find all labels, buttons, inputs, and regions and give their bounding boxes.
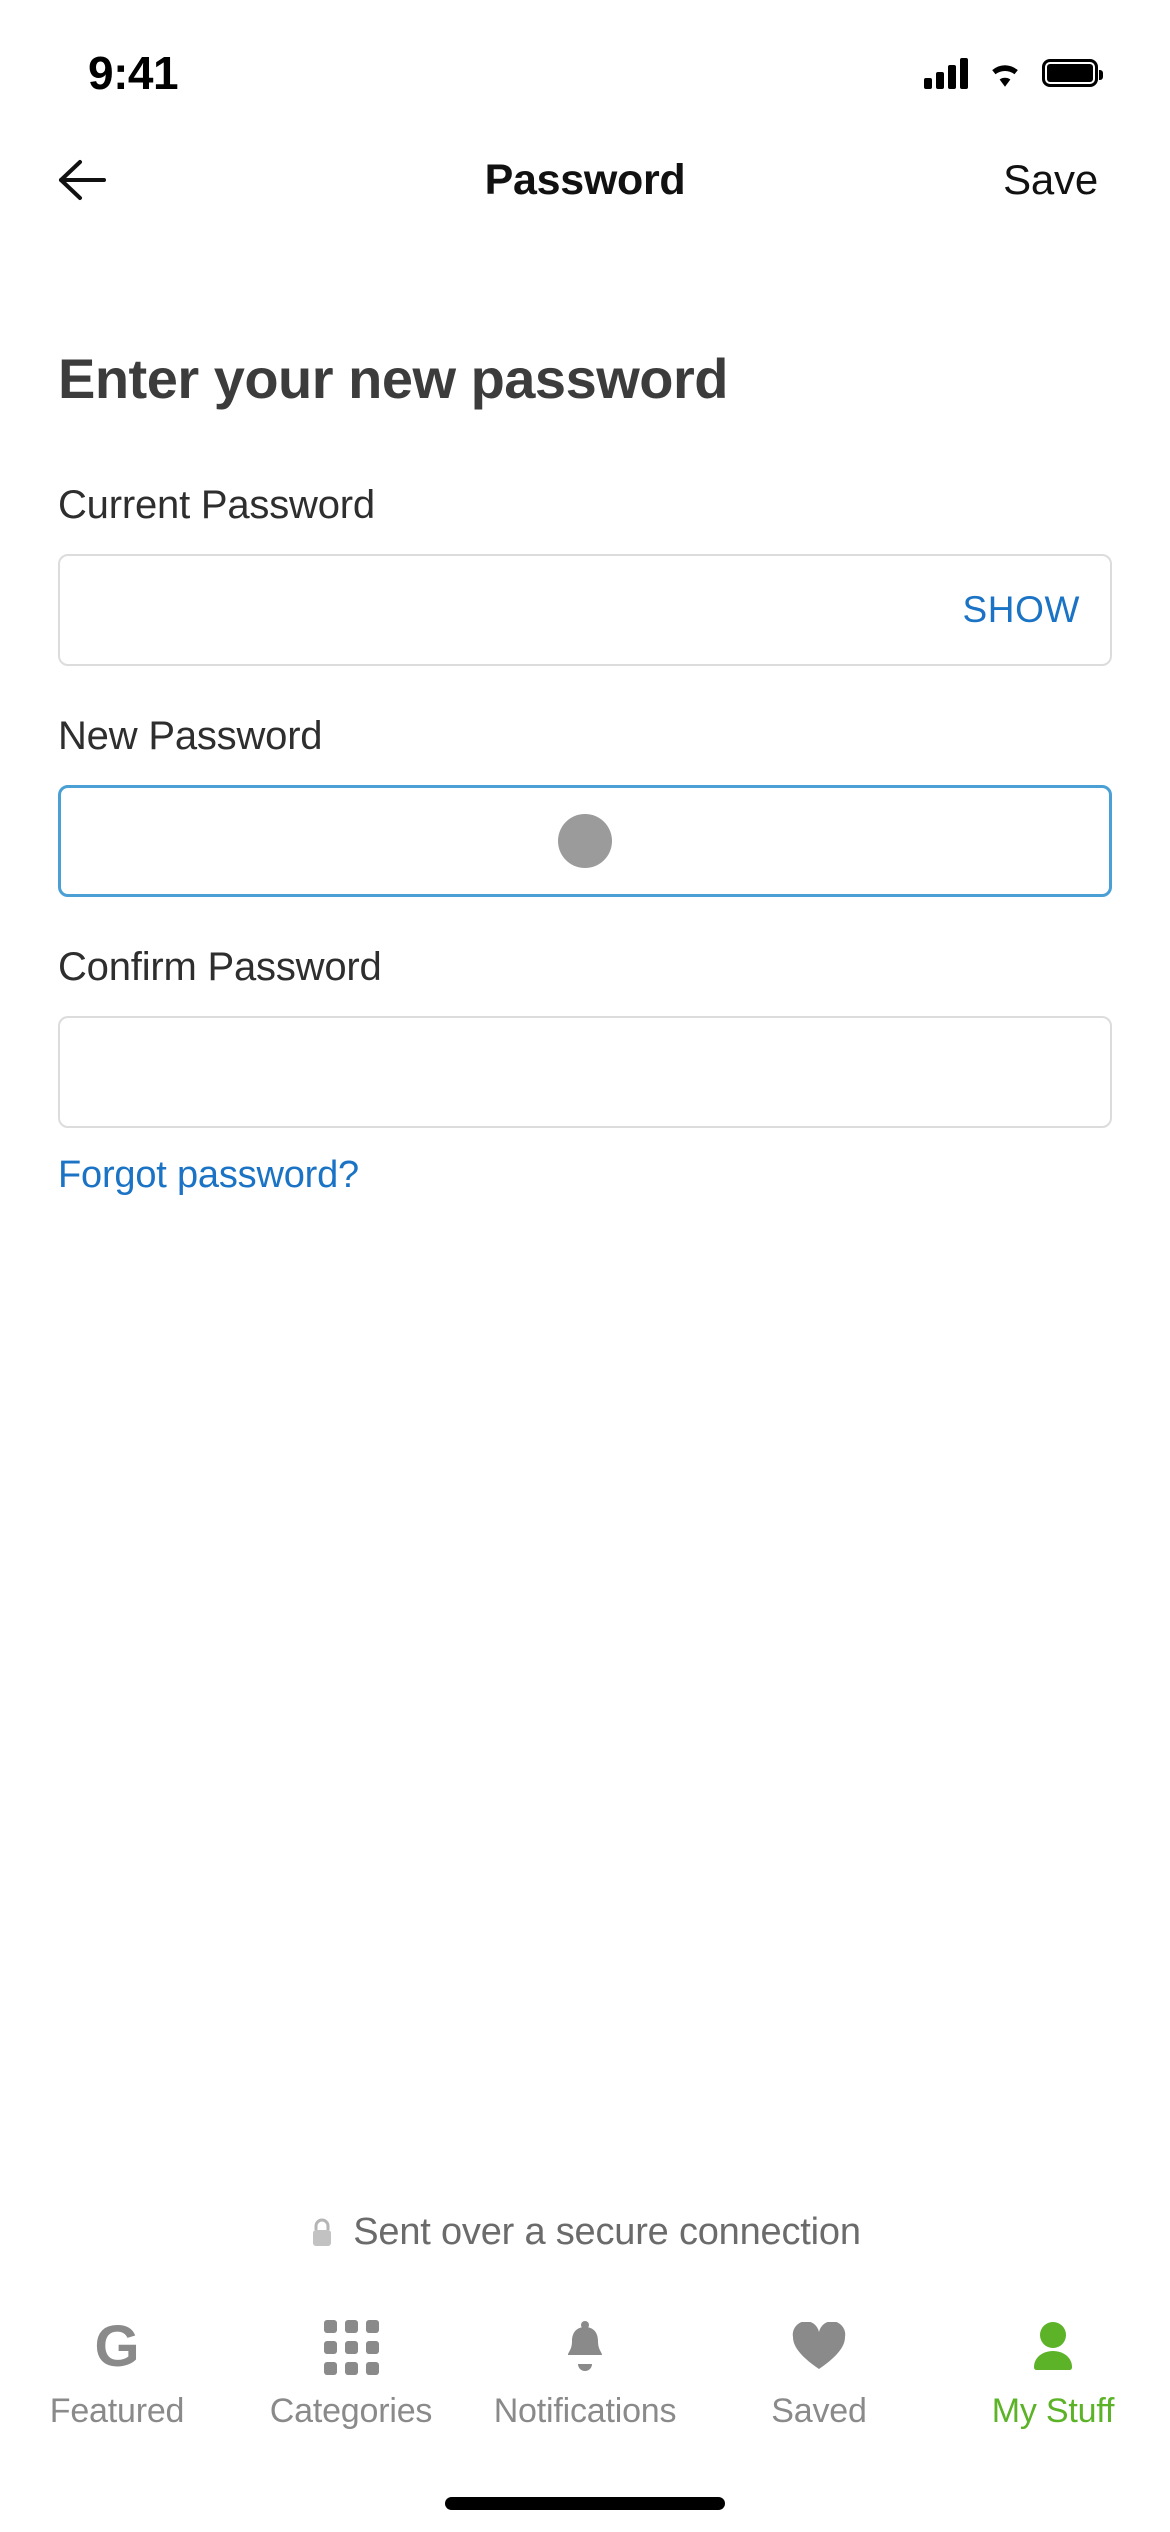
back-arrow-icon[interactable] [40,137,126,223]
tab-my-stuff[interactable]: My Stuff [936,2316,1170,2431]
phone-screen: 9:41 Password Save Enter your new passwo… [0,0,1170,2532]
bell-icon [560,2316,610,2378]
tab-notifications[interactable]: Notifications [468,2316,702,2431]
tab-label-categories: Categories [269,2392,433,2430]
current-password-input[interactable] [90,556,945,664]
tab-featured[interactable]: G Featured [0,2316,234,2431]
secure-connection-note: Sent over a secure connection [58,2211,1112,2254]
grid-icon [323,2316,379,2378]
tab-label-my-stuff: My Stuff [991,2392,1115,2430]
current-password-input-container[interactable]: SHOW [58,554,1112,666]
lock-icon [313,2218,332,2246]
status-bar-time: 9:41 [88,47,179,99]
home-indicator[interactable] [445,2496,725,2510]
status-bar: 9:41 [0,0,1170,132]
back-arrow-glyph [59,160,106,200]
g-logo-icon: G [94,2314,140,2379]
bell-glyph [568,2321,602,2371]
battery-full-icon [1042,59,1103,87]
forgot-password-link[interactable]: Forgot password? [58,1154,359,1197]
confirm-password-input[interactable] [90,1018,1080,1126]
tab-categories[interactable]: Categories [234,2316,468,2431]
page-title: Password [484,155,686,204]
heart-icon [791,2316,847,2378]
tab-saved[interactable]: Saved [702,2316,936,2431]
tab-label-notifications: Notifications [493,2392,677,2430]
secure-connection-text: Sent over a secure connection [353,2211,861,2253]
cellular-signal-icon [924,57,968,89]
home-indicator-area [0,2474,1170,2532]
wifi-icon [992,65,1018,87]
main-content: Enter your new password Current Password… [0,228,1170,2306]
show-password-button[interactable]: SHOW [944,589,1080,631]
field-group-new-password: New Password [58,714,1112,897]
bottom-tab-bar: G Featured Categories Notifications Save… [0,2306,1170,2474]
person-glyph [1034,2322,1072,2370]
person-icon [1027,2316,1079,2378]
field-group-current-password: Current Password SHOW [58,483,1112,666]
tab-label-saved: Saved [771,2392,867,2430]
navigation-bar: Password Save [0,132,1170,228]
save-button[interactable]: Save [1003,156,1130,204]
label-new-password: New Password [58,714,323,758]
confirm-password-input-container[interactable] [58,1016,1112,1128]
new-password-input-container[interactable] [58,785,1112,897]
password-masked-dot [558,814,612,868]
heart-glyph [792,2322,846,2369]
page-heading: Enter your new password [58,347,729,410]
field-group-confirm-password: Confirm Password [58,945,1112,1128]
status-bar-indicators [924,43,1103,89]
tab-label-featured: Featured [49,2392,185,2430]
label-confirm-password: Confirm Password [58,945,382,989]
label-current-password: Current Password [58,483,375,527]
